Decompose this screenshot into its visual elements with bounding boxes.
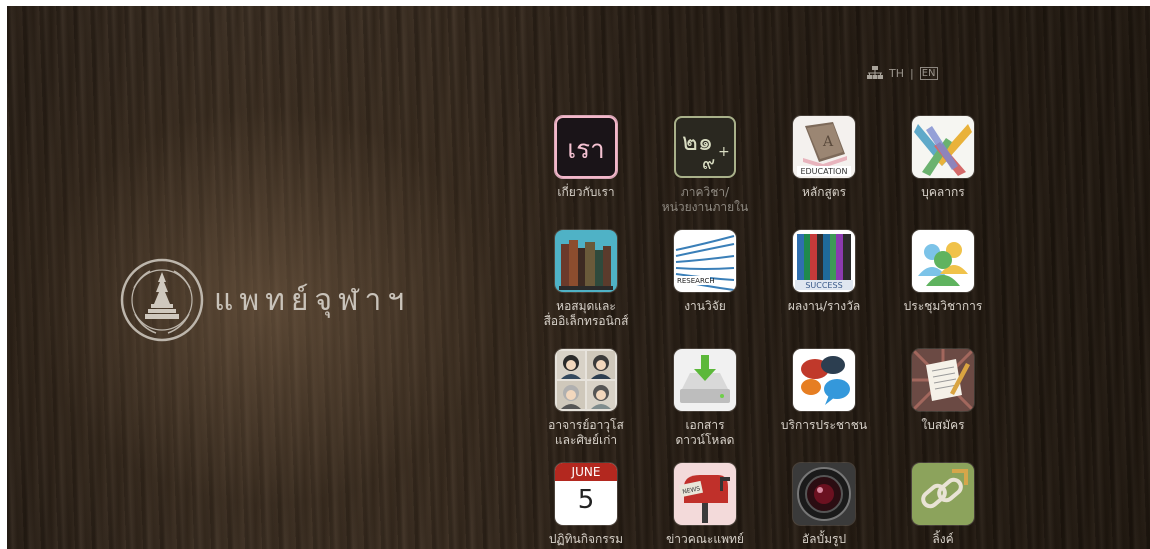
menu-item-application[interactable]: ใบสมัคร	[884, 349, 1002, 433]
departments-icon: ๒๑ ๙ +	[674, 116, 736, 178]
menu-label: บุคลากร	[921, 185, 965, 199]
menu-label: อาจารย์อาวุโส และศิษย์เก่า	[548, 418, 624, 447]
library-books-icon	[555, 230, 617, 292]
menu-item-calendar[interactable]: JUNE 5 ปฏิทินกิจกรรม	[527, 463, 645, 547]
lang-separator: |	[910, 66, 914, 80]
menu-label: ประชุมวิชาการ	[903, 299, 983, 313]
menu-item-about[interactable]: เรา เกี่ยวกับเรา	[527, 116, 645, 200]
menu-item-departments[interactable]: ๒๑ ๙ + ภาควิชา/หน่วยงานภายใน	[646, 116, 764, 215]
page-background: TH | EN แพทย์จุฬาฯ เรา เกี่ยวกับเรา ๒๑ ๙…	[7, 6, 1150, 549]
menu-label: บริการประชาชน	[780, 418, 868, 432]
brand-logo[interactable]: แพทย์จุฬาฯ	[120, 258, 410, 342]
menu-label: อัลบั้มรูป	[801, 532, 847, 546]
personnel-hands-icon	[912, 116, 974, 178]
news-mailbox-icon: NEWS	[674, 463, 736, 525]
photo-album-lens-icon	[793, 463, 855, 525]
about-us-icon: เรา	[555, 116, 617, 178]
menu-label: หลักสูตร	[801, 185, 847, 199]
menu-label: ใบสมัคร	[921, 418, 965, 432]
menu-label: ลิ้งค์	[932, 532, 954, 546]
menu-label: ภาควิชา/หน่วยงานภายใน	[661, 185, 749, 214]
menu-item-library[interactable]: หอสมุดและ สื่ออิเล็กทรอนิกส์	[527, 230, 645, 329]
alumni-faces-icon	[555, 349, 617, 411]
menu-label: เกี่ยวกับเรา	[557, 185, 615, 199]
conference-people-icon	[912, 230, 974, 292]
menu-item-alumni[interactable]: อาจารย์อาวุโส และศิษย์เก่า	[527, 349, 645, 448]
menu-item-curriculum[interactable]: A EDUCATION หลักสูตร	[765, 116, 883, 200]
svg-text:RESEARCH: RESEARCH	[677, 277, 715, 285]
lang-en-link[interactable]: EN	[919, 66, 938, 80]
menu-label: หอสมุดและ สื่ออิเล็กทรอนิกส์	[543, 299, 629, 328]
calendar-icon: JUNE 5	[555, 463, 617, 525]
menu-label: ข่าวคณะแพทย์	[666, 532, 744, 546]
menu-item-photo-album[interactable]: อัลบั้มรูป	[765, 463, 883, 547]
svg-text:SUCCESS: SUCCESS	[805, 281, 842, 290]
link-chain-icon	[912, 463, 974, 525]
menu-label: เอกสาร ดาวน์โหลด	[675, 418, 735, 447]
menu-item-conference[interactable]: ประชุมวิชาการ	[884, 230, 1002, 314]
menu-item-public-service[interactable]: บริการประชาชน	[765, 349, 883, 433]
download-drive-icon	[674, 349, 736, 411]
menu-item-downloads[interactable]: เอกสาร ดาวน์โหลด	[646, 349, 764, 448]
application-form-icon	[912, 349, 974, 411]
sitemap-icon[interactable]	[867, 66, 883, 80]
education-book-icon: A EDUCATION	[793, 116, 855, 178]
svg-text:EDUCATION: EDUCATION	[800, 167, 847, 176]
menu-label: ปฏิทินกิจกรรม	[548, 532, 624, 546]
faculty-seal-icon	[120, 258, 204, 342]
menu-grid: เรา เกี่ยวกับเรา ๒๑ ๙ + ภาควิชา/หน่วยงาน…	[527, 116, 997, 549]
svg-text:A: A	[822, 134, 834, 150]
menu-item-awards[interactable]: SUCCESS ผลงาน/รางวัล	[765, 230, 883, 314]
menu-label: ผลงาน/รางวัล	[787, 299, 861, 313]
menu-item-research[interactable]: RESEARCH งานวิจัย	[646, 230, 764, 314]
success-books-icon: SUCCESS	[793, 230, 855, 292]
menu-item-personnel[interactable]: บุคลากร	[884, 116, 1002, 200]
menu-item-links[interactable]: ลิ้งค์	[884, 463, 1002, 547]
menu-item-news[interactable]: NEWS ข่าวคณะแพทย์	[646, 463, 764, 547]
lang-th-link[interactable]: TH	[889, 67, 904, 80]
public-service-chat-icon	[793, 349, 855, 411]
brand-name: แพทย์จุฬาฯ	[214, 282, 411, 318]
menu-label: งานวิจัย	[684, 299, 726, 313]
language-bar: TH | EN	[867, 65, 938, 81]
research-icon: RESEARCH	[674, 230, 736, 292]
